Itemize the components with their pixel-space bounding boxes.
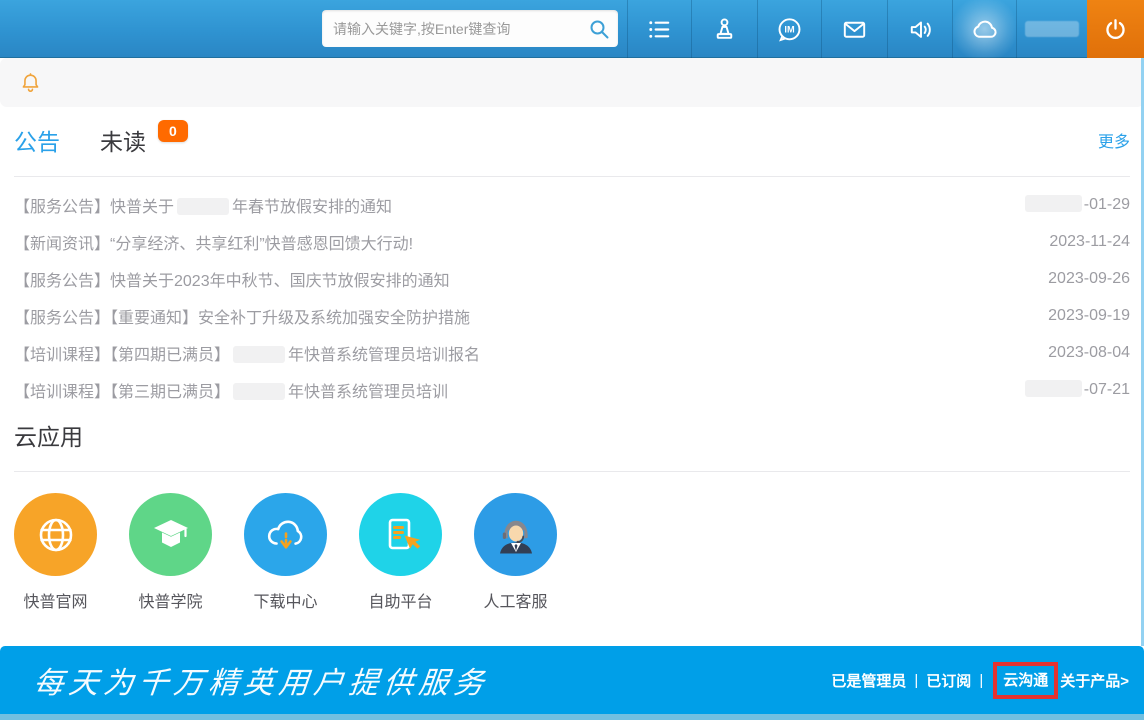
announcement-item[interactable]: 【培训课程】【第四期已满员】年快普系统管理员培训报名 2023-08-04 (14, 334, 1130, 371)
announcement-title[interactable]: 【服务公告】快普关于年春节放假安排的通知 (14, 193, 392, 217)
redacted-date-patch (1025, 380, 1082, 397)
bell-icon[interactable] (17, 69, 44, 96)
cloud-app-自助平台[interactable]: 自助平台 (359, 493, 442, 612)
customer-service-icon[interactable] (474, 493, 557, 576)
mail-button[interactable] (821, 0, 887, 58)
redacted-text-patch (233, 346, 285, 363)
username-redacted[interactable] (1016, 0, 1087, 58)
search-box[interactable] (322, 10, 618, 47)
power-icon (1100, 14, 1131, 45)
cloud-download-icon[interactable] (244, 493, 327, 576)
announcement-title[interactable]: 【新闻资讯】“分享经济、共享红利”快普感恩回馈大行动! (14, 230, 413, 254)
unread-count-badge: 0 (158, 120, 188, 142)
cloud-apps-title: 云应用 (14, 418, 83, 452)
im-icon: IM (774, 14, 805, 45)
menu-list-icon (644, 14, 675, 45)
about-product-link[interactable]: 关于产品> (1060, 670, 1129, 691)
announcement-title[interactable]: 【培训课程】【第三期已满员】年快普系统管理员培训 (14, 378, 448, 402)
cloud-app-label: 快普官网 (14, 588, 97, 612)
cloud-app-人工客服[interactable]: 人工客服 (474, 493, 557, 612)
notification-strip (0, 58, 1144, 107)
announcement-date: 2023-11-24 (1049, 233, 1130, 251)
topbar-icon-bar: IM (627, 0, 1144, 58)
tab-announcements[interactable]: 公告 (14, 123, 60, 157)
announcement-date: 2023-09-19 (1048, 307, 1130, 325)
announcement-date: 2023-08-04 (1048, 344, 1130, 362)
cloud-button[interactable] (952, 0, 1016, 58)
contacts-stamp-icon (709, 14, 740, 45)
mail-icon (839, 14, 870, 45)
footer: 每天为千万精英用户提供服务 已是管理员 | 已订阅 | 云沟通 关于产品> (0, 646, 1144, 714)
announcement-date: 2023-09-26 (1048, 270, 1130, 288)
redacted-text-patch (177, 198, 229, 215)
divider (14, 471, 1130, 472)
logout-button[interactable] (1087, 0, 1144, 58)
footer-bottom-strip (0, 714, 1144, 720)
separator: | (906, 672, 926, 689)
announcement-item[interactable]: 【服务公告】快普关于2023年中秋节、国庆节放假安排的通知 2023-09-26 (14, 260, 1130, 297)
cloud-app-label: 下载中心 (244, 588, 327, 612)
announcement-item[interactable]: 【服务公告】快普关于年春节放假安排的通知 -01-29 (14, 186, 1130, 223)
announcement-title[interactable]: 【培训课程】【第四期已满员】年快普系统管理员培训报名 (14, 341, 480, 365)
self-service-icon[interactable] (359, 493, 442, 576)
globe-icon[interactable] (14, 493, 97, 576)
announcement-date: -07-21 (1025, 380, 1130, 399)
announcement-item[interactable]: 【新闻资讯】“分享经济、共享红利”快普感恩回馈大行动! 2023-11-24 (14, 223, 1130, 260)
im-button[interactable]: IM (757, 0, 821, 58)
more-link[interactable]: 更多 (1098, 128, 1130, 152)
announcement-title[interactable]: 【服务公告】【重要通知】安全补丁升级及系统加强安全防护措施 (14, 304, 470, 328)
admin-status-link[interactable]: 已是管理员 (831, 670, 906, 691)
im-label: IM (784, 24, 795, 34)
cloud-app-下载中心[interactable]: 下载中心 (244, 493, 327, 612)
divider (14, 176, 1130, 177)
cloud-app-label: 快普学院 (129, 588, 212, 612)
contacts-button[interactable] (691, 0, 757, 58)
tab-unread[interactable]: 未读 (100, 123, 146, 157)
footer-links: 已是管理员 | 已订阅 | 云沟通 关于产品> (831, 662, 1129, 699)
cloud-icon (969, 14, 1000, 45)
subscribed-status-link[interactable]: 已订阅 (926, 670, 971, 691)
announce-speaker-icon (905, 14, 936, 45)
cloud-app-label: 自助平台 (359, 588, 442, 612)
search-input[interactable] (322, 21, 587, 37)
cloud-app-快普学院[interactable]: 快普学院 (129, 493, 212, 612)
announcement-list: 【服务公告】快普关于年春节放假安排的通知 -01-29 【新闻资讯】“分享经济、共享… (14, 186, 1130, 408)
cloud-app-label: 人工客服 (474, 588, 557, 612)
cloud-communication-link-highlighted[interactable]: 云沟通 (993, 662, 1058, 699)
announcement-item[interactable]: 【培训课程】【第三期已满员】年快普系统管理员培训 -07-21 (14, 371, 1130, 408)
redacted-text-patch (233, 383, 285, 400)
cloud-apps-row: 快普官网 快普学院 下载中心 自助平台 人工客服 (14, 493, 557, 612)
menu-list-button[interactable] (627, 0, 691, 58)
separator: | (971, 672, 991, 689)
redacted-date-patch (1025, 195, 1082, 212)
cloud-app-快普官网[interactable]: 快普官网 (14, 493, 97, 612)
username-blur-patch (1025, 21, 1079, 37)
announcement-speaker-button[interactable] (887, 0, 952, 58)
announcement-date: -01-29 (1025, 195, 1130, 214)
announcement-item[interactable]: 【服务公告】【重要通知】安全补丁升级及系统加强安全防护措施 2023-09-19 (14, 297, 1130, 334)
graduation-cap-icon[interactable] (129, 493, 212, 576)
search-icon[interactable] (587, 17, 611, 41)
footer-slogan: 每天为千万精英用户提供服务 (32, 658, 492, 702)
announcement-title[interactable]: 【服务公告】快普关于2023年中秋节、国庆节放假安排的通知 (14, 267, 450, 291)
announcement-header: 公告 未读 0 更多 (0, 107, 1144, 167)
topbar: IM (0, 0, 1144, 58)
